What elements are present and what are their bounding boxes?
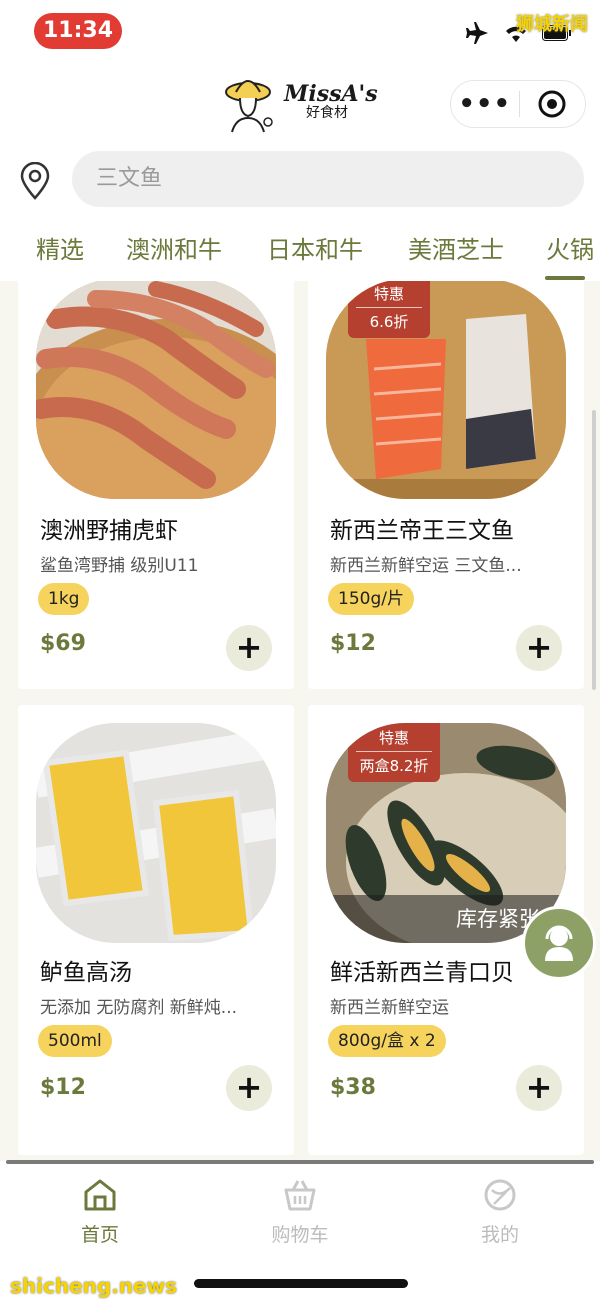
discount-badge: 特惠 两盒8.2折 — [348, 723, 440, 782]
tab-wine-cheese[interactable]: 美酒芝士 — [408, 226, 504, 274]
logo-script: MissA's — [284, 81, 378, 107]
status-bar: 11:34 狮城新闻 — [0, 0, 600, 64]
product-desc: 无添加 无防腐剂 新鲜炖... — [40, 998, 238, 1018]
product-price: $12 — [40, 1075, 86, 1100]
home-indicator[interactable] — [194, 1279, 408, 1288]
search-input[interactable]: 三文鱼 — [72, 151, 584, 207]
nav-home-label: 首页 — [80, 1224, 119, 1246]
basket-icon — [284, 1180, 316, 1211]
category-tabs: 精选 澳洲和牛 日本和牛 美酒芝士 火锅 — [0, 226, 600, 280]
product-image-mussels[interactable]: 特惠 两盒8.2折 库存紧张 — [326, 723, 566, 943]
miniapp-capsule: ••• — [450, 80, 586, 128]
logo-figure-icon — [225, 80, 273, 133]
product-spec: 800g/盒 x 2 — [328, 1025, 446, 1057]
nav-home[interactable]: 首页 — [30, 1178, 170, 1247]
nav-cart-label: 购物车 — [271, 1224, 329, 1246]
nav-profile-label: 我的 — [480, 1224, 519, 1246]
badge-discount: 6.6折 — [369, 313, 409, 331]
tab-japanese-wagyu[interactable]: 日本和牛 — [267, 226, 363, 274]
product-name: 新西兰帝王三文鱼 — [330, 518, 514, 544]
airplane-icon — [466, 22, 490, 48]
product-spec: 500ml — [38, 1025, 112, 1057]
headset-icon — [545, 925, 573, 961]
profile-icon — [484, 1179, 516, 1211]
product-price: $12 — [330, 631, 376, 656]
nav-cart[interactable]: 购物车 — [230, 1178, 370, 1247]
discount-badge: 特惠 6.6折 — [348, 281, 430, 338]
close-target-icon — [538, 90, 566, 118]
search-row: 三文鱼 — [0, 150, 600, 210]
bottom-divider — [6, 1160, 594, 1164]
badge-label: 特惠 — [356, 727, 432, 752]
bottom-nav: 首页 购物车 我的 shicheng.news — [0, 1166, 600, 1300]
logo-subtitle: 好食材 — [306, 105, 348, 121]
watermark: 狮城新闻 — [516, 14, 588, 35]
scrollbar[interactable] — [592, 410, 596, 690]
header: MissA's 好食材 ••• — [0, 64, 600, 144]
tab-hotpot[interactable]: 火锅 — [546, 226, 594, 274]
product-desc: 新西兰新鲜空运 — [330, 998, 449, 1018]
product-image-fish-soup[interactable] — [36, 723, 276, 943]
status-time: 11:34 — [34, 13, 122, 49]
product-card[interactable]: 鲈鱼高汤 无添加 无防腐剂 新鲜炖... 500ml $12 + — [18, 705, 294, 1155]
brand-logo: MissA's 好食材 — [222, 70, 378, 134]
product-name: 鲜活新西兰青口贝 — [330, 960, 514, 986]
add-to-cart-button[interactable]: + — [226, 1065, 272, 1111]
product-name: 澳洲野捕虎虾 — [40, 518, 178, 544]
nav-profile[interactable]: 我的 — [430, 1178, 570, 1247]
product-image-prawns[interactable] — [36, 281, 276, 499]
location-pin-icon[interactable] — [18, 161, 52, 204]
product-card[interactable]: 特惠 6.6折 新西兰帝王三文鱼 新西兰新鲜空运 三文鱼... 150g/片 $… — [308, 281, 584, 689]
more-button[interactable]: ••• — [451, 80, 519, 128]
home-icon — [84, 1179, 116, 1211]
badge-discount: 两盒8.2折 — [359, 757, 429, 775]
product-spec: 150g/片 — [328, 583, 414, 615]
product-card[interactable]: 澳洲野捕虎虾 鲨鱼湾野捕 级别U11 1kg $69 + — [18, 281, 294, 689]
product-desc: 新西兰新鲜空运 三文鱼... — [330, 556, 522, 576]
tab-australian-wagyu[interactable]: 澳洲和牛 — [126, 226, 222, 274]
product-spec: 1kg — [38, 583, 90, 615]
add-to-cart-button[interactable]: + — [516, 625, 562, 671]
tab-featured[interactable]: 精选 — [36, 226, 84, 274]
close-button[interactable] — [520, 89, 586, 119]
add-to-cart-button[interactable]: + — [226, 625, 272, 671]
footer-watermark: shicheng.news — [10, 1274, 177, 1298]
customer-service-button[interactable] — [522, 906, 596, 980]
product-name: 鲈鱼高汤 — [40, 960, 132, 986]
product-desc: 鲨鱼湾野捕 级别U11 — [40, 556, 199, 576]
add-to-cart-button[interactable]: + — [516, 1065, 562, 1111]
product-price: $38 — [330, 1075, 376, 1100]
active-tab-indicator — [545, 276, 585, 280]
product-price: $69 — [40, 631, 86, 656]
product-grid: 澳洲野捕虎虾 鲨鱼湾野捕 级别U11 1kg $69 + 特惠 6.6折 新西兰… — [0, 281, 600, 1161]
badge-label: 特惠 — [356, 283, 422, 308]
product-image-salmon[interactable]: 特惠 6.6折 — [326, 281, 566, 499]
